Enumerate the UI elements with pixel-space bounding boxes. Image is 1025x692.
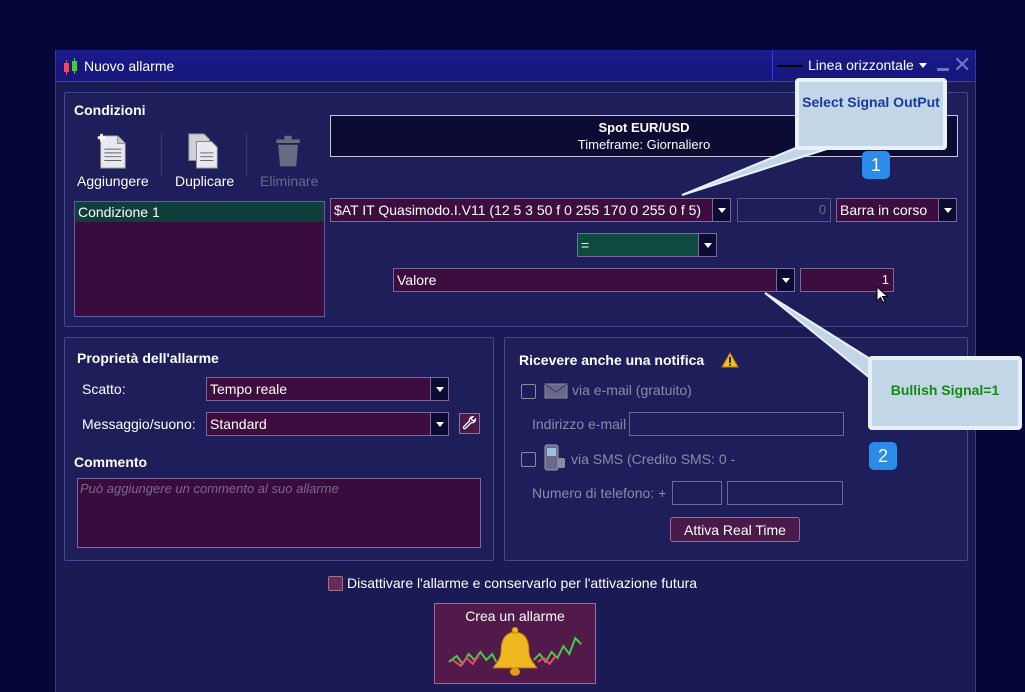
trash-icon <box>276 135 300 167</box>
wrench-icon <box>462 416 477 430</box>
message-label: Messaggio/suono: <box>82 416 196 432</box>
delete-condition-button[interactable]: Eliminare <box>255 130 325 190</box>
minimize-button[interactable] <box>937 68 949 71</box>
disable-alarm-checkbox[interactable] <box>328 576 343 591</box>
trigger-value: Tempo reale <box>210 381 288 397</box>
notification-title: Ricevere anche una notifica <box>519 352 705 368</box>
line-type-label: Linea orizzontale <box>808 57 914 73</box>
envelope-icon <box>544 383 568 399</box>
compare-type-select[interactable]: Valore <box>393 268 795 292</box>
toolbar-separator <box>246 134 247 176</box>
chevron-down-icon <box>919 63 927 68</box>
message-value: Standard <box>210 416 267 432</box>
window-title: Nuovo allarme <box>84 58 175 74</box>
condition-list[interactable]: Condizione 1 <box>74 201 325 317</box>
indicator-select[interactable]: $AT IT Quasimodo.I.V11 (12 5 3 50 f 0 25… <box>330 198 731 222</box>
duplicate-label: Duplicare <box>175 173 235 189</box>
trigger-select[interactable]: Tempo reale <box>206 377 449 401</box>
chevron-down-icon[interactable] <box>430 413 448 435</box>
bar-select[interactable]: Barra in corso <box>836 198 957 222</box>
duplicate-document-icon <box>188 133 218 169</box>
mobile-phone-icon <box>544 444 565 471</box>
operator-value: = <box>581 237 590 253</box>
line-style-preview <box>777 65 803 67</box>
add-condition-button[interactable]: Aggiungere <box>74 130 156 190</box>
callout-bullish-signal: Bullish Signal=1 <box>868 356 1022 430</box>
shift-input[interactable]: 0 <box>737 198 831 222</box>
phone-prefix-input[interactable] <box>672 481 722 505</box>
list-item[interactable]: Condizione 1 <box>75 202 324 222</box>
add-document-icon <box>97 133 126 169</box>
trigger-label: Scatto: <box>82 381 126 397</box>
message-select[interactable]: Standard <box>206 412 449 436</box>
chevron-down-icon[interactable] <box>938 199 956 221</box>
email-address-label: Indirizzo e-mail <box>532 416 627 432</box>
warning-icon <box>721 352 739 368</box>
email-checkbox[interactable] <box>521 384 536 399</box>
chevron-down-icon[interactable] <box>430 378 448 400</box>
compare-type-value: Valore <box>397 272 437 288</box>
chevron-down-icon[interactable] <box>698 234 716 256</box>
sound-settings-button[interactable] <box>459 413 480 434</box>
step-badge-2: 2 <box>869 442 897 470</box>
candlestick-app-icon <box>64 58 77 75</box>
sms-option-label: via SMS (Credito SMS: 0 - <box>571 451 736 467</box>
close-button[interactable]: ✕ <box>953 54 971 76</box>
email-option-label: via e-mail (gratuito) <box>572 382 692 398</box>
indicator-value: $AT IT Quasimodo.I.V11 (12 5 3 50 f 0 25… <box>334 202 702 218</box>
bell-icon <box>448 626 582 676</box>
step-badge-1: 1 <box>862 151 890 179</box>
comment-textarea[interactable]: Può aggiungere un commento al suo allarm… <box>77 478 481 548</box>
sms-checkbox[interactable] <box>521 452 536 467</box>
create-alarm-label: Crea un allarme <box>465 608 565 624</box>
properties-title: Proprietà dell'allarme <box>77 350 219 366</box>
operator-select[interactable]: = <box>577 233 717 257</box>
toolbar-separator <box>161 134 162 176</box>
comment-title: Commento <box>74 454 148 470</box>
comment-placeholder: Può aggiungere un commento al suo allarm… <box>80 481 339 496</box>
conditions-title: Condizioni <box>74 102 146 118</box>
phone-number-input[interactable] <box>727 481 843 505</box>
callout-select-signal: Select Signal OutPut <box>795 78 947 150</box>
activate-real-time-button[interactable]: Attiva Real Time <box>670 517 800 542</box>
bar-value: Barra in corso <box>840 202 928 218</box>
duplicate-condition-button[interactable]: Duplicare <box>170 130 240 190</box>
chevron-down-icon[interactable] <box>712 199 730 221</box>
create-alarm-button[interactable]: Crea un allarme <box>434 603 596 684</box>
phone-label: Numero di telefono: + <box>532 485 667 501</box>
add-label: Aggiungere <box>77 173 149 189</box>
email-address-input[interactable] <box>629 412 844 436</box>
disable-alarm-label: Disattivare l'allarme e conservarlo per … <box>347 575 698 591</box>
mouse-cursor-icon <box>876 286 888 304</box>
chevron-down-icon[interactable] <box>776 269 794 291</box>
delete-label: Eliminare <box>260 173 319 189</box>
